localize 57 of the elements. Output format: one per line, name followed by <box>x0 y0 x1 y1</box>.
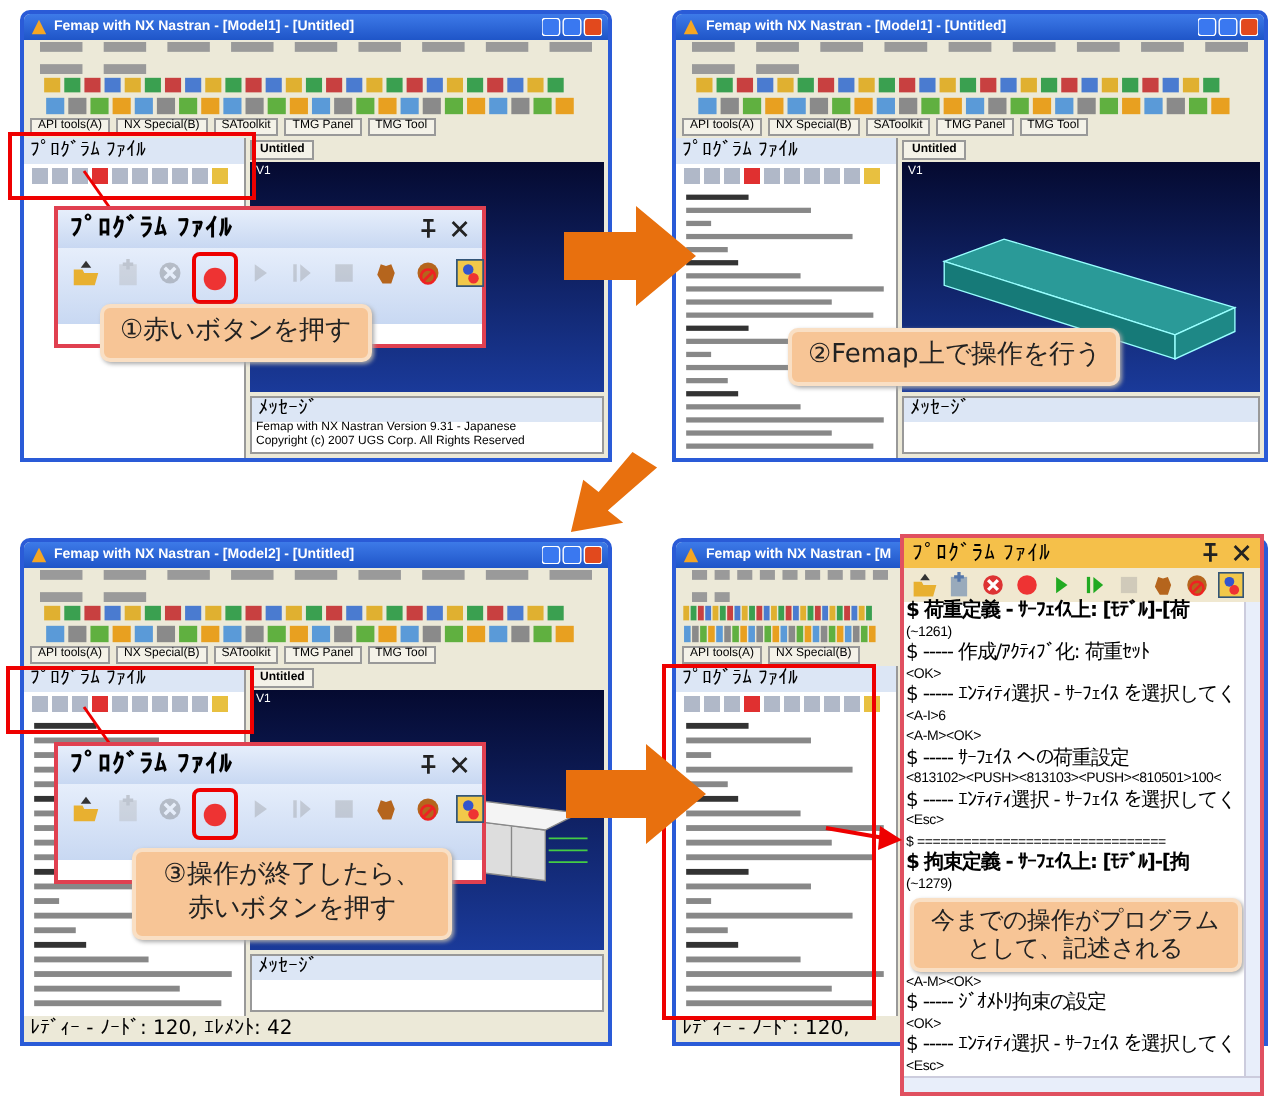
no-entry-icon <box>1184 572 1210 598</box>
badge-icon <box>1218 572 1244 598</box>
document-icon <box>114 257 142 287</box>
app-icon <box>30 546 48 564</box>
script-line: $ ----- ｼﾞｵﾒﾄﾘ拘束の設定 <box>906 994 1106 1016</box>
record-icon <box>200 263 230 293</box>
window-controls-icon[interactable] <box>542 546 602 564</box>
panel-title: ﾌﾟﾛｸﾞﾗﾑ ﾌｧｲﾙ <box>676 138 896 164</box>
document-icon <box>114 793 142 823</box>
callout: 今までの操作がプログラムとして、記述される <box>909 898 1241 972</box>
step-icon <box>1082 572 1108 598</box>
script-line: $ ----- 作成/ｱｸﾃｨﾌﾞ化: 荷重ｾｯﾄ <box>906 644 1149 665</box>
record-icon <box>200 799 230 829</box>
folder-button[interactable] <box>908 568 942 602</box>
panel-title: ﾌﾟﾛｸﾞﾗﾑ ﾌｧｲﾙ <box>70 214 234 244</box>
badge-icon <box>456 257 484 287</box>
delete-icon <box>156 793 184 823</box>
app-icon <box>682 546 700 564</box>
scrollbar[interactable] <box>904 1076 1260 1092</box>
delete-icon <box>156 257 184 287</box>
panel-title: ﾌﾟﾛｸﾞﾗﾑ ﾌｧｲﾙ <box>24 138 244 164</box>
record-button[interactable] <box>192 788 238 840</box>
pin-close-icon[interactable] <box>1200 542 1252 564</box>
no-entry-icon <box>414 793 442 823</box>
window-controls-icon[interactable] <box>1198 18 1258 36</box>
panel-title: ﾒｯｾｰｼﾞ <box>252 956 602 980</box>
script-line: $ 拘束定義 - ｻｰﾌｪｲｽ上: [ﾓﾃﾞﾙ]-[拘 <box>906 854 1189 875</box>
script-line: $ ----- ｴﾝﾃｨﾃｨ選択 - ｻｰﾌｪｲｽ を選択してく <box>906 791 1236 812</box>
delete-icon <box>980 572 1006 598</box>
step-arrow <box>564 206 696 306</box>
panel-title: ﾒｯｾｰｼﾞ <box>904 398 1258 422</box>
step-arrow <box>566 744 706 844</box>
callout: ①赤いボタンを押す <box>100 304 372 362</box>
script-line: $ ----- ｴﾝﾃｨﾃｨ選択 - ｻｰﾌｪｲｽ を選択してく <box>906 686 1236 707</box>
pin-close-icon[interactable] <box>418 218 470 240</box>
callout: ③操作が終了したら、赤いボタンを押す <box>132 848 452 940</box>
pin-close-icon[interactable] <box>418 754 470 776</box>
panel-title: ﾌﾟﾛｸﾞﾗﾑ ﾌｧｲﾙ <box>912 540 1051 566</box>
app-icon <box>682 18 700 36</box>
script-line: $ ----- ｴﾝﾃｨﾃｨ選択 - ｻｰﾌｪｲｽ を選択してく <box>906 1036 1236 1058</box>
app-icon <box>30 18 48 36</box>
stop-icon <box>1116 572 1142 598</box>
folder-icon <box>912 572 938 598</box>
folder-icon <box>72 257 100 287</box>
badge-button[interactable] <box>1214 568 1248 602</box>
script-line: $ 荷重定義 - ｻｰﾌｪｲｽ上: [ﾓﾃﾞﾙ]-[荷 <box>906 602 1189 623</box>
script-line: $ ----- ｻｰﾌｪｲｽ への荷重設定 <box>906 749 1129 770</box>
panel-title: ﾒｯｾｰｼﾞ <box>252 398 602 422</box>
panel-title: ﾌﾟﾛｸﾞﾗﾑ ﾌｧｲﾙ <box>70 750 234 780</box>
no-entry-icon <box>414 257 442 287</box>
scrollbar[interactable] <box>1244 602 1260 1076</box>
callout: ②Femap上で操作を行う <box>788 328 1121 386</box>
folder-icon <box>72 793 100 823</box>
window-controls-icon[interactable] <box>542 18 602 36</box>
document-icon <box>946 572 972 598</box>
badge-icon <box>456 793 484 823</box>
record-icon <box>1014 572 1040 598</box>
